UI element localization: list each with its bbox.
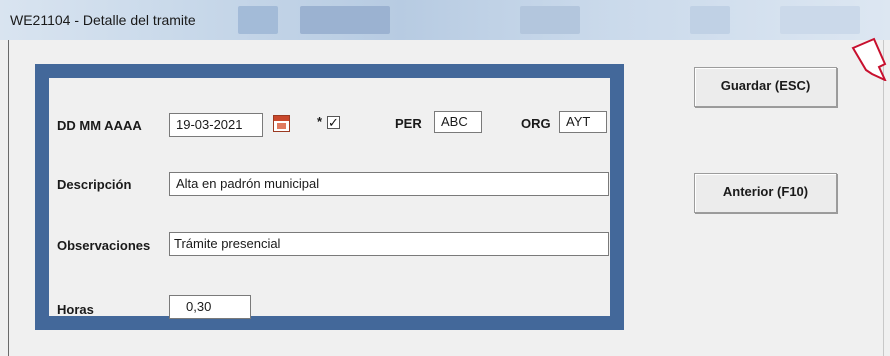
dialog-body: DD MM AAAA 19-03-2021 * ✓ PER ABC ORG AY… — [8, 40, 884, 356]
horas-field[interactable]: 0,30 — [169, 295, 251, 319]
calendar-icon[interactable] — [273, 115, 290, 132]
anterior-button[interactable]: Anterior (F10) — [694, 173, 837, 213]
date-checkbox[interactable]: ✓ — [327, 116, 340, 129]
org-field[interactable]: AYT — [559, 111, 607, 133]
title-bar: WE21104 - Detalle del tramite — [0, 0, 890, 40]
form-frame: DD MM AAAA 19-03-2021 * ✓ PER ABC ORG AY… — [35, 64, 624, 330]
blurred-title-region — [238, 6, 278, 34]
per-field[interactable]: ABC — [434, 111, 482, 133]
org-label: ORG — [521, 116, 551, 131]
blurred-title-region — [780, 6, 860, 34]
guardar-button[interactable]: Guardar (ESC) — [694, 67, 837, 107]
required-asterisk: * — [317, 114, 323, 129]
checkbox-check-mark: ✓ — [328, 115, 339, 130]
horas-label: Horas — [57, 302, 94, 317]
date-label: DD MM AAAA — [57, 118, 142, 133]
window-title: WE21104 - Detalle del tramite — [10, 12, 196, 28]
per-label: PER — [395, 116, 422, 131]
form-panel: DD MM AAAA 19-03-2021 * ✓ PER ABC ORG AY… — [49, 78, 610, 319]
blurred-title-region — [520, 6, 580, 34]
descripcion-label: Descripción — [57, 177, 132, 192]
blurred-title-region — [690, 6, 730, 34]
observaciones-label: Observaciones — [57, 238, 151, 253]
descripcion-field[interactable]: Alta en padrón municipal — [169, 172, 609, 196]
date-field[interactable]: 19-03-2021 — [169, 113, 263, 137]
blurred-title-region — [300, 6, 390, 34]
pointer-arrow-icon — [851, 37, 887, 81]
observaciones-field[interactable]: Trámite presencial — [169, 232, 609, 256]
